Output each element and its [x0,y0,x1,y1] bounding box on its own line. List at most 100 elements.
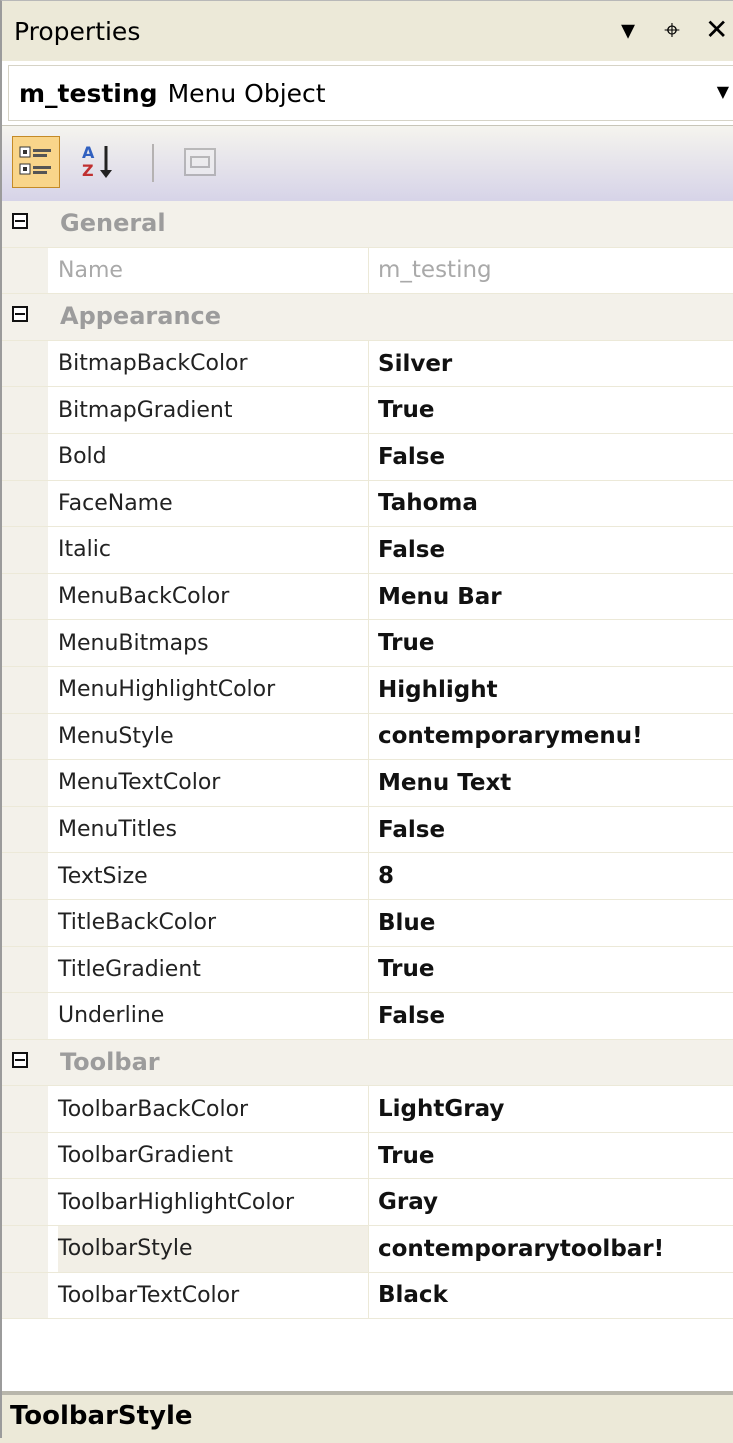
property-value[interactable]: False [378,527,733,573]
row-gutter [2,1086,48,1132]
property-value[interactable]: False [378,807,733,853]
pin-icon[interactable]: ⌖ [661,13,683,47]
categorized-icon [19,146,51,175]
row-gutter [2,713,48,760]
row-gutter [2,247,48,294]
property-name: MenuStyle [58,713,369,760]
property-value[interactable]: False [378,434,733,480]
collapse-icon[interactable] [12,213,28,229]
category-row-appearance[interactable]: Appearance [2,294,733,341]
property-row[interactable]: ToolbarTextColor Black [2,1272,733,1320]
property-row[interactable]: TitleGradient True [2,946,733,994]
property-value[interactable]: Blue [378,900,733,946]
alphabetical-button[interactable]: A Z [74,136,122,188]
property-value[interactable]: Tahoma [378,481,733,527]
category-row-toolbar[interactable]: Toolbar [2,1039,733,1087]
property-row[interactable]: Italic False [2,527,733,574]
property-row[interactable]: MenuHighlightColor Highlight [2,666,733,714]
property-name: BitmapGradient [58,387,369,433]
property-value[interactable]: Silver [378,341,733,387]
property-value[interactable]: Highlight [378,667,733,713]
row-gutter [2,620,48,666]
property-row[interactable]: FaceName Tahoma [2,480,733,528]
property-row[interactable]: ToolbarHighlightColor Gray [2,1179,733,1227]
property-row[interactable]: TextSize 8 [2,853,733,900]
property-row[interactable]: BitmapGradient True [2,387,733,434]
row-gutter [2,853,48,899]
row-gutter [2,387,48,433]
row-gutter [2,340,48,387]
property-pages-icon [184,148,216,176]
toolbar-separator [152,144,154,182]
object-selector[interactable]: m_testing Menu Object ▼ [8,65,733,121]
property-name: ToolbarStyle [58,1226,369,1272]
property-row[interactable]: Underline False [2,993,733,1040]
property-name: TextSize [58,853,369,899]
collapse-icon[interactable] [12,1051,28,1068]
property-name: ToolbarGradient [58,1132,369,1179]
property-row[interactable]: Bold False [2,433,733,481]
property-row[interactable]: Name m_testing [2,247,733,295]
properties-toolbar: A Z [2,125,733,203]
description-pane: ToolbarStyle [2,1391,733,1443]
property-value[interactable]: Gray [378,1179,733,1225]
alphabetical-icon: A Z [82,143,112,180]
property-value[interactable]: True [378,387,733,433]
property-value[interactable]: Black [378,1273,733,1319]
property-row[interactable]: ToolbarBackColor LightGray [2,1086,733,1133]
property-value[interactable]: True [378,1133,733,1179]
row-gutter [2,1272,48,1319]
property-name: Underline [58,993,369,1039]
property-row[interactable]: MenuStyle contemporarymenu! [2,713,733,761]
property-value[interactable]: 8 [378,853,733,899]
collapse-icon[interactable] [12,306,28,323]
property-value[interactable]: Menu Text [378,760,733,806]
property-name: ToolbarBackColor [58,1086,369,1132]
property-name: ToolbarHighlightColor [58,1179,369,1226]
property-value[interactable]: m_testing [378,248,733,294]
svg-text:Z: Z [82,161,94,180]
panel-title: Properties [14,16,141,46]
property-value[interactable]: LightGray [378,1086,733,1132]
row-gutter [2,946,48,993]
property-name: Bold [58,433,369,480]
property-row[interactable]: MenuTitles False [2,806,733,854]
property-value[interactable]: contemporarytoolbar! [378,1226,733,1272]
close-icon[interactable]: ✕ [705,13,728,47]
property-name: FaceName [58,480,369,527]
row-gutter [2,1179,48,1226]
row-gutter [2,899,48,946]
row-gutter [2,433,48,480]
properties-panel: Properties ▾ ⌖ ✕ m_testing Menu Object ▼ [0,0,733,1443]
titlebar-buttons: ▾ ⌖ ✕ [617,13,729,47]
category-row-general[interactable]: General [2,201,733,248]
property-name: Italic [58,527,369,573]
property-value[interactable]: False [378,993,733,1039]
property-value[interactable]: Menu Bar [378,574,733,620]
svg-text:A: A [82,143,95,162]
property-name: TitleGradient [58,946,369,993]
property-name: MenuTitles [58,806,369,853]
row-gutter [2,480,48,527]
property-value[interactable]: contemporarymenu! [378,714,733,760]
property-row[interactable]: BitmapBackColor Silver [2,340,733,388]
property-row[interactable]: ToolbarGradient True [2,1132,733,1180]
property-name: MenuBackColor [58,573,369,620]
property-value[interactable]: True [378,947,733,993]
categorized-button[interactable] [12,136,60,188]
property-row[interactable]: MenuTextColor Menu Text [2,760,733,807]
dropdown-arrow-icon[interactable]: ▾ [617,13,639,47]
row-gutter [2,666,48,713]
chevron-down-icon[interactable]: ▼ [717,82,729,101]
property-pages-button[interactable] [176,136,224,188]
row-gutter [2,993,48,1039]
property-name: ToolbarTextColor [58,1272,369,1319]
property-name: BitmapBackColor [58,340,369,387]
property-row[interactable]: MenuBitmaps True [2,620,733,667]
property-value[interactable]: True [378,620,733,666]
property-row[interactable]: ToolbarStyle contemporarytoolbar! [2,1226,733,1273]
property-row[interactable]: MenuBackColor Menu Bar [2,573,733,621]
object-type: Menu Object [167,78,326,108]
row-gutter [2,1226,48,1272]
property-row[interactable]: TitleBackColor Blue [2,899,733,947]
